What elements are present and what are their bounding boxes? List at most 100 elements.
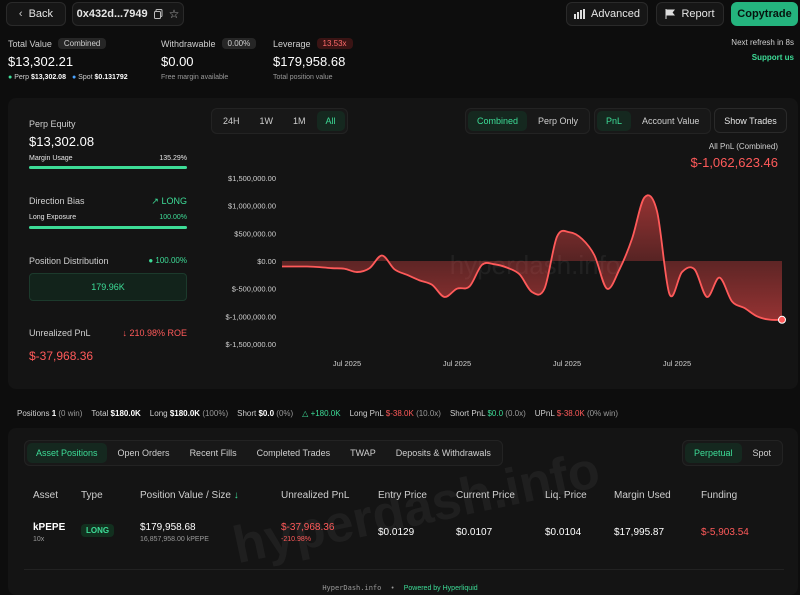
total-value-label: Total Value bbox=[8, 38, 52, 49]
asset-leverage: 10x bbox=[33, 536, 45, 543]
long-pnl-value: $-38.0K bbox=[385, 409, 414, 418]
report-button[interactable]: Report bbox=[656, 2, 724, 26]
col-margin-used[interactable]: Margin Used bbox=[614, 490, 701, 501]
delta-icon: △ bbox=[302, 409, 309, 418]
y-tick-label: $-1,000,000.00 bbox=[226, 312, 276, 321]
star-icon[interactable]: ☆ bbox=[169, 7, 180, 21]
tab-open-orders[interactable]: Open Orders bbox=[109, 443, 179, 463]
col-current-price[interactable]: Current Price bbox=[456, 490, 545, 501]
positions-value: 1 bbox=[51, 409, 57, 418]
positions-tabs: Asset Positions Open Orders Recent Fills Co… bbox=[24, 440, 503, 466]
col-funding[interactable]: Funding bbox=[701, 490, 784, 501]
roe-value: 210.98% ROE bbox=[129, 328, 187, 338]
long-exposure-value: 100.00% bbox=[159, 214, 187, 221]
show-trades-button[interactable]: Show Trades bbox=[714, 108, 787, 133]
tab-recent-fills[interactable]: Recent Fills bbox=[181, 443, 246, 463]
delta-value: +180.0K bbox=[310, 409, 341, 418]
withdrawable-label: Withdrawable bbox=[161, 38, 216, 49]
position-distribution-label: Position Distribution bbox=[29, 256, 109, 266]
x-tick-label: Jul 2025 bbox=[443, 359, 471, 368]
market-tabs: Perpetual Spot bbox=[682, 440, 784, 466]
y-tick-label: $1,500,000.00 bbox=[228, 174, 276, 183]
range-tab-1m[interactable]: 1M bbox=[284, 111, 315, 131]
spot-label: Spot bbox=[78, 74, 93, 81]
direction-bias-value: LONG bbox=[161, 196, 187, 206]
total-value: $13,302.21 bbox=[8, 54, 74, 69]
tab-twap[interactable]: TWAP bbox=[341, 443, 385, 463]
withdrawable-value: $0.00 bbox=[161, 54, 194, 69]
row-pnl-pct: -210.98% bbox=[281, 536, 311, 543]
col-liq-price[interactable]: Liq. Price bbox=[545, 490, 614, 501]
footer: HyperDash.info • Powered by Hyperliquid bbox=[0, 584, 800, 592]
col-asset[interactable]: Asset bbox=[24, 490, 81, 501]
y-tick-label: $-500,000.00 bbox=[232, 285, 276, 294]
sort-down-icon: ↓ bbox=[233, 490, 239, 501]
perp-equity-section: Perp Equity $13,302.08 Margin Usage 135.… bbox=[29, 119, 187, 162]
pnl-endpoint-marker bbox=[778, 315, 786, 324]
col-entry-price[interactable]: Entry Price bbox=[378, 490, 456, 501]
long-value: $180.0K bbox=[169, 409, 201, 418]
unrealized-pnl-value: $-37,968.36 bbox=[29, 349, 94, 363]
view-tab-perp-only[interactable]: Perp Only bbox=[529, 111, 587, 131]
trending-up-icon: ↗ bbox=[151, 196, 159, 206]
long-exposure-bar bbox=[29, 226, 187, 229]
position-distribution-section: Position Distribution ● 100.00% bbox=[29, 256, 187, 266]
perp-label: Perp bbox=[14, 74, 29, 81]
asset-name[interactable]: kPEPE bbox=[33, 522, 81, 533]
total-value-block: Total Value Combined $13,302.21 ● Perp $… bbox=[8, 38, 148, 81]
perp-equity-label: Perp Equity bbox=[29, 119, 76, 129]
short-pnl-label: Short PnL bbox=[449, 409, 486, 418]
y-tick-label: $1,000,000.00 bbox=[228, 202, 276, 211]
footer-site[interactable]: HyperDash.info bbox=[322, 584, 381, 592]
table-divider bbox=[24, 569, 784, 570]
x-tick-label: Jul 2025 bbox=[333, 359, 361, 368]
long-pnl-label: Long PnL bbox=[349, 409, 384, 418]
tab-deposits-withdrawals[interactable]: Deposits & Withdrawals bbox=[387, 443, 500, 463]
tab-completed-trades[interactable]: Completed Trades bbox=[248, 443, 340, 463]
report-label: Report bbox=[681, 8, 715, 20]
metric-tab-account-value[interactable]: Account Value bbox=[633, 111, 708, 131]
range-tab-all[interactable]: All bbox=[316, 111, 345, 131]
col-position-value[interactable]: Position Value / Size ↓ bbox=[140, 490, 281, 501]
col-unrealized-pnl[interactable]: Unrealized PnL bbox=[281, 490, 378, 501]
tab-asset-positions[interactable]: Asset Positions bbox=[27, 443, 107, 463]
row-unrealized-pnl: $-37,968.36 bbox=[281, 522, 335, 533]
margin-usage-label: Margin Usage bbox=[29, 155, 73, 162]
back-button[interactable]: ‹ Back bbox=[6, 2, 66, 26]
footer-separator: • bbox=[391, 585, 394, 592]
range-selector: 24H 1W 1M All bbox=[211, 108, 348, 134]
unrealized-pnl-section: Unrealized PnL ↓ 210.98% ROE $-37,968.36 bbox=[29, 328, 187, 363]
perp-value: $13,302.08 bbox=[30, 74, 66, 81]
support-link[interactable]: Support us bbox=[752, 53, 794, 62]
market-tab-perpetual[interactable]: Perpetual bbox=[685, 443, 742, 463]
funding: $-5,903.54 bbox=[701, 527, 749, 538]
leverage-value: $179,958.68 bbox=[273, 54, 346, 69]
show-trades-label: Show Trades bbox=[724, 115, 777, 126]
upnl-win: (0% win) bbox=[586, 409, 619, 418]
metric-tab-pnl[interactable]: PnL bbox=[597, 111, 632, 131]
market-tab-spot[interactable]: Spot bbox=[744, 443, 781, 463]
range-tab-1w[interactable]: 1W bbox=[251, 111, 283, 131]
direction-bias-section: Direction Bias ↗ LONG Long Exposure 100.… bbox=[29, 196, 187, 221]
table-row[interactable]: kPEPE 10x LONG $179,958.68 16,857,958.00… bbox=[24, 501, 784, 543]
pnl-chart[interactable]: hyperdash.info $1,500,000.00$1,000,000.0… bbox=[210, 170, 795, 375]
col-type[interactable]: Type bbox=[81, 490, 140, 501]
long-exposure-label: Long Exposure bbox=[29, 214, 77, 221]
copytrade-button[interactable]: Copytrade bbox=[731, 2, 798, 26]
flag-icon bbox=[665, 9, 676, 19]
margin-used: $17,995.87 bbox=[614, 527, 665, 538]
short-pnl-x: (0.0x) bbox=[505, 409, 526, 418]
address-chip[interactable]: 0x432d...7949 ☆ bbox=[72, 2, 184, 26]
margin-usage-bar bbox=[29, 166, 187, 169]
position-value: $179,958.68 bbox=[140, 522, 196, 533]
copy-icon[interactable] bbox=[153, 9, 163, 19]
all-pnl-value: $-1,062,623.46 bbox=[690, 155, 778, 170]
leverage-badge: 13.53x bbox=[316, 38, 353, 49]
range-tab-24h[interactable]: 24H bbox=[214, 111, 249, 131]
advanced-button[interactable]: Advanced bbox=[566, 2, 648, 26]
upnl-label: UPnL bbox=[534, 409, 555, 418]
footer-powered-by[interactable]: Powered by Hyperliquid bbox=[404, 585, 478, 592]
short-label: Short bbox=[237, 409, 257, 418]
view-tab-combined[interactable]: Combined bbox=[468, 111, 528, 131]
arrow-down-icon: ↓ bbox=[122, 328, 127, 338]
